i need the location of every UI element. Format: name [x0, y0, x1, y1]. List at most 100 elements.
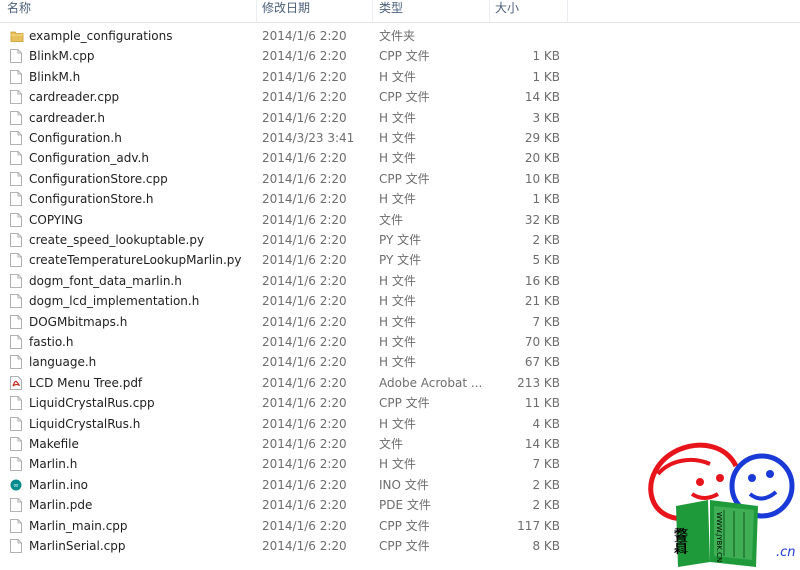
file-name: fastio.h	[29, 335, 74, 349]
column-header-date[interactable]: 修改日期	[262, 0, 372, 16]
file-size: 11 KB	[524, 396, 560, 411]
watermark-domain-text: .cn	[776, 545, 796, 560]
file-date: 2014/1/6 2:20	[262, 110, 347, 125]
file-date: 2014/1/6 2:20	[262, 355, 347, 370]
column-divider[interactable]	[567, 0, 568, 22]
file-size: 3 KB	[532, 110, 560, 125]
file-date: 2014/1/6 2:20	[262, 294, 347, 309]
file-icon	[10, 192, 22, 207]
file-icon	[10, 314, 22, 329]
file-type: INO 文件	[379, 477, 429, 492]
file-icon	[10, 335, 22, 349]
column-divider[interactable]	[489, 0, 490, 22]
file-date: 2014/1/6 2:20	[262, 212, 347, 227]
file-icon	[10, 416, 22, 431]
file-row[interactable]: cardreader.h 2014/1/6 2:20 H 文件 3 KB	[0, 108, 800, 128]
file-row[interactable]: BlinkM.h 2014/1/6 2:20 H 文件 1 KB	[0, 67, 800, 87]
file-name: Marlin.ino	[29, 477, 89, 492]
file-type: H 文件	[379, 151, 416, 166]
file-size: 8 KB	[532, 539, 560, 553]
file-row[interactable]: create_speed_lookuptable.py 2014/1/6 2:20…	[0, 230, 800, 250]
file-name: Configuration.h	[29, 131, 122, 145]
column-divider[interactable]	[372, 0, 373, 22]
file-size	[490, 27, 560, 45]
file-name: dogm_lcd_implementation.h	[29, 294, 200, 309]
file-date: 2014/1/6 2:20	[262, 273, 347, 288]
file-date: 2014/1/6 2:20	[262, 539, 347, 553]
file-type: PY 文件	[379, 233, 422, 247]
file-date: 2014/1/6 2:20	[262, 375, 347, 390]
column-divider[interactable]	[256, 0, 257, 22]
file-date: 2014/1/6 2:20	[262, 69, 347, 84]
file-icon	[10, 69, 22, 84]
file-name: DOGMbitmaps.h	[29, 314, 128, 329]
file-type: H 文件	[379, 335, 416, 349]
file-date: 2014/1/6 2:20	[262, 518, 347, 533]
file-name: LCD Menu Tree.pdf	[29, 375, 143, 390]
file-size: 7 KB	[532, 314, 560, 329]
file-icon	[10, 151, 22, 166]
file-row[interactable]: DOGMbitmaps.h 2014/1/6 2:20 H 文件 7 KB	[0, 312, 800, 332]
file-size: 1 KB	[532, 49, 560, 64]
file-row[interactable]: language.h 2014/1/6 2:20 H 文件 67 KB	[0, 352, 800, 372]
file-name: create_speed_lookuptable.py	[29, 233, 205, 247]
file-date: 2014/1/6 2:20	[262, 457, 347, 472]
file-size: 2 KB	[532, 233, 560, 247]
file-row[interactable]: BlinkM.cpp 2014/1/6 2:20 CPP 文件 1 KB	[0, 46, 800, 66]
file-type: H 文件	[379, 294, 416, 309]
file-row[interactable]: dogm_lcd_implementation.h 2014/1/6 2:20 H …	[0, 291, 800, 311]
file-icon	[10, 294, 22, 309]
file-name: example_configurations	[29, 29, 173, 43]
file-type: PDE 文件	[379, 498, 431, 513]
file-size: 117 KB	[517, 518, 560, 533]
file-date: 2014/1/6 2:20	[262, 416, 347, 431]
file-row[interactable]: cardreader.cpp 2014/1/6 2:20 CPP 文件 14 KB	[0, 87, 800, 107]
file-name: cardreader.h	[29, 110, 105, 125]
file-icon	[10, 498, 22, 513]
file-name: BlinkM.h	[29, 69, 81, 84]
file-size: 14 KB	[524, 90, 560, 105]
file-row[interactable]: LiquidCrystalRus.cpp 2014/1/6 2:20 CPP 文件 1…	[0, 393, 800, 413]
file-name: cardreader.cpp	[29, 90, 120, 105]
file-row[interactable]: ConfigurationStore.cpp 2014/1/6 2:20 CPP 文…	[0, 169, 800, 189]
file-row[interactable]: LCD Menu Tree.pdf 2014/1/6 2:20 Adobe Acro…	[0, 373, 800, 393]
column-header-type[interactable]: 类型	[379, 0, 489, 16]
file-row[interactable]: ConfigurationStore.h 2014/1/6 2:20 H 文件 1 K…	[0, 189, 800, 209]
file-icon	[10, 396, 22, 411]
file-row[interactable]: dogm_font_data_marlin.h 2014/1/6 2:20 H 文件…	[0, 271, 800, 291]
file-date: 2014/1/6 2:20	[262, 335, 347, 349]
file-row[interactable]: Configuration_adv.h 2014/1/6 2:20 H 文件 20 K…	[0, 148, 800, 168]
folder-icon	[10, 29, 24, 43]
file-date: 2014/1/6 2:20	[262, 477, 347, 492]
file-date: 2014/1/6 2:20	[262, 314, 347, 329]
file-date: 2014/1/6 2:20	[262, 151, 347, 166]
file-name: Marlin_main.cpp	[29, 518, 128, 533]
file-date: 2014/3/23 3:41	[262, 131, 355, 145]
file-size: 1 KB	[532, 69, 560, 84]
file-type: 文件夹	[379, 29, 416, 43]
file-size: 67 KB	[524, 355, 560, 370]
file-row[interactable]: COPYING 2014/1/6 2:20 文件 32 KB	[0, 210, 800, 230]
file-size: 29 KB	[524, 131, 560, 145]
file-date: 2014/1/6 2:20	[262, 498, 347, 513]
file-date: 2014/1/6 2:20	[262, 29, 347, 43]
file-icon	[10, 437, 22, 451]
column-header-name[interactable]: 名称	[7, 0, 253, 16]
file-type: PY 文件	[379, 253, 422, 268]
file-row[interactable]: example_configurations 2014/1/6 2:20 文件夹	[0, 26, 800, 46]
column-header-size[interactable]: 大小	[495, 0, 565, 16]
file-name: Marlin.pde	[29, 498, 93, 513]
file-name: dogm_font_data_marlin.h	[29, 273, 182, 288]
file-type: CPP 文件	[379, 396, 430, 411]
file-icon	[10, 49, 22, 64]
file-type: 文件	[379, 437, 404, 451]
file-name: Makefile	[29, 437, 79, 451]
file-row[interactable]: fastio.h 2014/1/6 2:20 H 文件 70 KB	[0, 332, 800, 352]
file-row[interactable]: createTemperatureLookupMarlin.py 2014/1/6…	[0, 250, 800, 270]
file-icon	[10, 110, 22, 125]
file-size: 5 KB	[532, 253, 560, 268]
file-icon	[10, 253, 22, 268]
file-size: 2 KB	[532, 498, 560, 513]
file-type: CPP 文件	[379, 539, 430, 553]
file-row[interactable]: Configuration.h 2014/3/23 3:41 H 文件 29 KB	[0, 128, 800, 148]
